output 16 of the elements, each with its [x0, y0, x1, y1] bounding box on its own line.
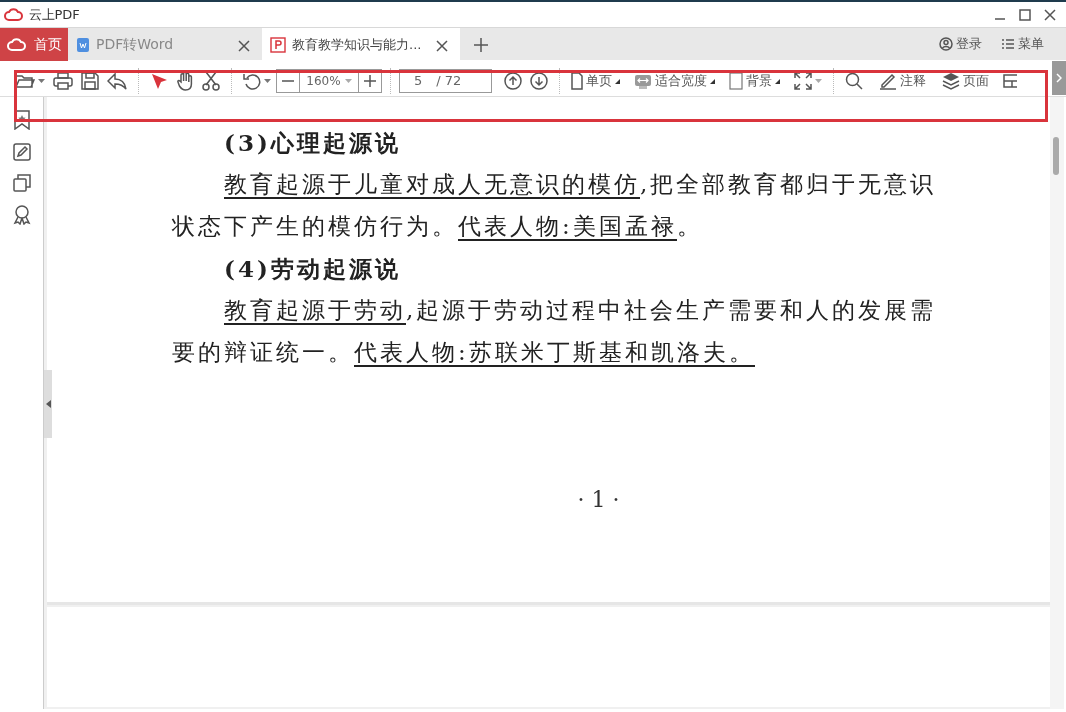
section-heading: (4)劳动起源说 — [223, 254, 402, 284]
paragraph: 教育起源于劳动,起源于劳动过程中社会生产需要和人的发展需要的辩证统一。代表人物:苏联米丁斯基和凯洛夫。 — [172, 296, 938, 369]
tool-button[interactable]: 页面 — [938, 67, 992, 95]
tool-button[interactable]: 注释 — [875, 67, 929, 95]
tab[interactable]: 教育教学知识与能力... — [262, 28, 460, 61]
view-option-button[interactable]: 背景 — [725, 67, 783, 95]
page-number-field[interactable]: 5 / 72 — [399, 69, 492, 93]
paragraph: 教育起源于儿童对成人无意识的模仿,把全部教育都归于无意识状态下产生的模仿行为。代表人物:美国孟禄。 — [172, 170, 938, 243]
view-option-button[interactable]: 适合宽度 — [630, 67, 718, 95]
tab[interactable]: 首页 — [0, 28, 68, 61]
menu-button[interactable]: 菜单 — [997, 30, 1047, 58]
login-button[interactable]: 登录 — [935, 30, 985, 58]
section-heading: (3)心理起源说 — [223, 128, 402, 158]
page-number: · 1 · — [577, 487, 620, 512]
app-title: 云上PDF — [28, 5, 80, 24]
view-option-button[interactable]: 单页 — [567, 67, 623, 95]
